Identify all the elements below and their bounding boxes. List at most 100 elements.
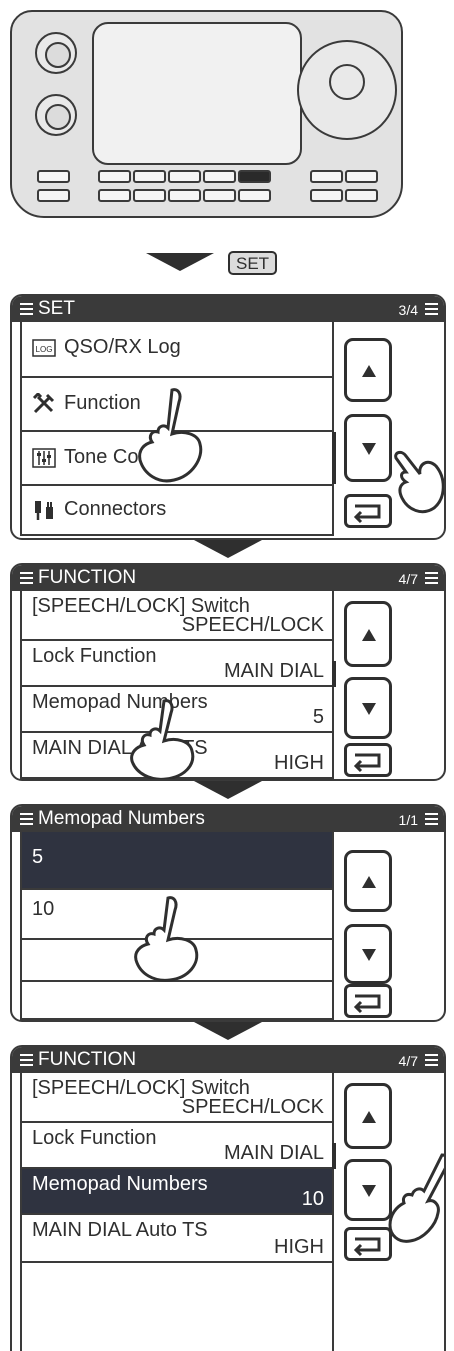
up-arrow-icon (362, 629, 376, 641)
function-menu-panel-updated: FUNCTION 4/7 [SPEECH/LOCK] Switch SPEECH… (10, 1045, 446, 1351)
title-bar: FUNCTION 4/7 (12, 565, 444, 591)
setting-name: MAIN DIAL Auto TS (32, 1219, 208, 1241)
tap-hand-icon (388, 1153, 444, 1243)
left-key-1[interactable] (37, 170, 70, 183)
scroll-up-button[interactable] (344, 601, 392, 667)
scroll-up-button[interactable] (344, 1083, 392, 1149)
setting-row[interactable]: [SPEECH/LOCK] Switch SPEECH/LOCK (22, 591, 332, 639)
screen-title: FUNCTION (38, 1049, 137, 1070)
page-indicator: 4/7 (398, 1053, 418, 1069)
key-a3[interactable] (168, 170, 201, 183)
key-a2[interactable] (133, 170, 166, 183)
menu-icon (425, 1054, 438, 1066)
menu-icon (20, 572, 33, 584)
back-button[interactable] (344, 494, 392, 528)
option-empty (22, 980, 332, 1018)
menu-item-label: Function (64, 392, 141, 414)
key-b4[interactable] (203, 189, 236, 202)
option-5[interactable]: 5 (22, 832, 332, 888)
setting-row-memopad-numbers[interactable]: Memopad Numbers 10 (22, 1167, 332, 1213)
menu-icon (425, 813, 438, 825)
up-arrow-icon (362, 1111, 376, 1123)
return-icon (353, 1237, 381, 1257)
scroll-indicator (332, 1143, 336, 1169)
title-bar: FUNCTION 4/7 (12, 1047, 444, 1073)
radio-front-panel (10, 10, 403, 218)
step-arrow-2 (194, 540, 262, 558)
menu-icon (425, 303, 438, 315)
lower-left-knob[interactable] (35, 94, 77, 136)
key-b3[interactable] (168, 189, 201, 202)
menu-item-qso-rx-log[interactable]: LOG QSO/RX Log (22, 322, 332, 376)
setting-row[interactable]: MAIN DIAL Auto TS HIGH (22, 1213, 332, 1263)
menu-icon (20, 303, 33, 315)
setting-row[interactable]: [SPEECH/LOCK] Switch SPEECH/LOCK (22, 1073, 332, 1121)
setting-value: 10 (301, 1188, 324, 1210)
setting-value: MAIN DIAL (223, 660, 324, 682)
screen-title: FUNCTION (38, 567, 137, 588)
dial-center (329, 64, 365, 100)
down-arrow-icon (362, 949, 376, 961)
key-b1[interactable] (98, 189, 131, 202)
screen-title: SET (38, 298, 75, 319)
key-a4[interactable] (203, 170, 236, 183)
page-indicator: 1/1 (398, 812, 418, 828)
tone-control-icon (32, 447, 56, 468)
scroll-down-button[interactable] (344, 924, 392, 984)
back-button[interactable] (344, 984, 392, 1018)
scroll-up-button[interactable] (344, 338, 392, 402)
setting-value: HIGH (274, 752, 324, 774)
scroll-down-button[interactable] (344, 677, 392, 739)
title-bar: Memopad Numbers 1/1 (12, 806, 444, 832)
tap-hand-icon (394, 450, 444, 514)
key-a1[interactable] (98, 170, 131, 183)
scroll-indicator (332, 661, 336, 687)
upper-left-knob[interactable] (35, 32, 77, 74)
right-key-3[interactable] (310, 189, 343, 202)
right-key-4[interactable] (345, 189, 378, 202)
menu-item-connectors[interactable]: Connectors (22, 484, 332, 534)
menu-item-label: QSO/RX Log (64, 336, 181, 358)
page-indicator: 3/4 (398, 302, 418, 318)
setting-list: [SPEECH/LOCK] Switch SPEECH/LOCK Lock Fu… (20, 1073, 334, 1351)
right-key-2[interactable] (345, 170, 378, 183)
memopad-numbers-panel: Memopad Numbers 1/1 5 10 (10, 804, 446, 1022)
scroll-up-button[interactable] (344, 850, 392, 912)
menu-item-label: Connectors (64, 498, 167, 520)
title-bar: SET 3/4 (12, 296, 444, 322)
step-arrow-4 (194, 1022, 262, 1040)
up-arrow-icon (362, 876, 376, 888)
up-arrow-icon (362, 365, 376, 377)
step-arrow-1 (146, 253, 214, 271)
setting-name: Lock Function (32, 645, 157, 667)
key-b5[interactable] (238, 189, 271, 202)
tap-hand-icon (134, 896, 199, 982)
screen-title: Memopad Numbers (38, 808, 205, 829)
down-arrow-icon (362, 1185, 376, 1197)
down-arrow-icon (362, 703, 376, 715)
set-key-highlight[interactable] (238, 170, 271, 183)
setting-value: HIGH (274, 1236, 324, 1258)
menu-icon (425, 572, 438, 584)
return-icon (353, 753, 381, 773)
back-button[interactable] (344, 743, 392, 777)
tap-hand-icon (138, 388, 203, 483)
main-dial[interactable] (297, 40, 397, 140)
return-icon (353, 994, 381, 1014)
scroll-indicator (332, 432, 336, 484)
right-key-1[interactable] (310, 170, 343, 183)
page-indicator: 4/7 (398, 571, 418, 587)
setting-name: Memopad Numbers (32, 1173, 208, 1195)
scroll-down-button[interactable] (344, 414, 392, 482)
log-icon: LOG (32, 338, 56, 357)
setting-row[interactable]: Lock Function MAIN DIAL (22, 639, 332, 685)
setting-row[interactable]: Lock Function MAIN DIAL (22, 1121, 332, 1167)
left-key-2[interactable] (37, 189, 70, 202)
setting-value: SPEECH/LOCK (181, 614, 324, 636)
key-b2[interactable] (133, 189, 166, 202)
menu-icon (20, 813, 33, 825)
tap-hand-icon (130, 699, 195, 779)
connectors-icon (35, 500, 53, 520)
return-icon (353, 504, 381, 524)
function-menu-panel: FUNCTION 4/7 [SPEECH/LOCK] Switch SPEECH… (10, 563, 446, 781)
